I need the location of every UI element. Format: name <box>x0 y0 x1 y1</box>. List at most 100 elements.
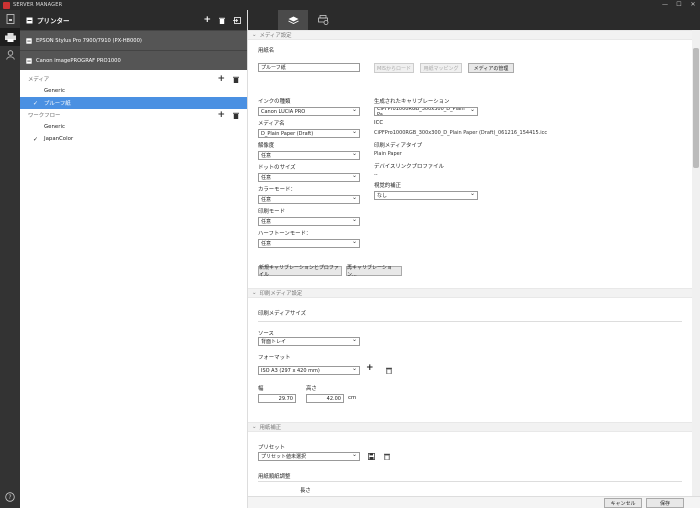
chevron-down-icon: ⌄ <box>252 424 257 430</box>
add-workflow-button[interactable]: + <box>217 110 225 120</box>
footer-bar: キャンセル 保存 <box>248 496 700 508</box>
source-select[interactable]: 背面トレイ <box>258 336 360 346</box>
scrollbar-thumb[interactable] <box>693 48 699 168</box>
paper-name-input[interactable]: プルーフ紙 <box>258 63 360 72</box>
media-item-proof-paper[interactable]: ✓ プルーフ紙 <box>20 97 247 109</box>
save-icon[interactable] <box>368 453 375 460</box>
main-panel: ⌄ メディア設定 用紙名 プルーフ紙 MISからロード 用紙マッピング メディア… <box>248 10 700 508</box>
printer-row-canon[interactable]: Canon imagePROGRAF PRO1000 <box>20 50 247 70</box>
main-toolbar <box>248 10 700 30</box>
print-media-type-value: Plain Paper <box>374 151 402 157</box>
visual-correction-label: 視覚的補正 <box>374 183 401 189</box>
list-item-label: Generic <box>44 88 65 94</box>
delete-workflow-icon[interactable] <box>233 112 239 119</box>
media-section-header: メディア + <box>20 73 247 85</box>
tab-layers[interactable] <box>278 10 308 30</box>
paper-name-label: 用紙名 <box>258 48 275 54</box>
source-label: ソース <box>258 331 274 337</box>
collapse-toggle-icon[interactable] <box>26 57 32 64</box>
workflow-item-japancolor[interactable]: ✓ JapanColor <box>20 133 247 145</box>
height-label: 高さ <box>306 386 317 392</box>
resolution-select[interactable]: 任意 <box>258 150 360 160</box>
add-format-button[interactable]: + <box>366 363 374 373</box>
height-input[interactable]: 42.00 <box>306 394 344 403</box>
device-icon <box>6 14 14 24</box>
preset-label: プリセット <box>258 445 285 451</box>
tab-printer-settings[interactable] <box>308 10 338 30</box>
settings-content: ⌄ メディア設定 用紙名 プルーフ紙 MISからロード 用紙マッピング メディア… <box>248 30 692 498</box>
delete-format-icon[interactable] <box>386 367 392 374</box>
media-section-label: メディア <box>28 77 50 83</box>
add-media-button[interactable]: + <box>217 74 225 84</box>
save-button[interactable]: 保存 <box>646 498 684 508</box>
check-icon: ✓ <box>33 135 39 143</box>
print-media-header[interactable]: ⌄ 印刷メディア設定 <box>248 288 692 298</box>
delete-preset-icon[interactable] <box>384 453 390 460</box>
list-item-label: Generic <box>44 124 65 130</box>
divider <box>258 321 682 322</box>
print-mode-select[interactable]: 任意 <box>258 216 360 226</box>
device-link-label: デバイスリンクプロファイル <box>374 164 444 170</box>
media-name-select[interactable]: D_Plain Paper (Draft) <box>258 128 360 138</box>
workflow-section-header: ワークフロー + <box>20 109 247 121</box>
media-name-label: メディア名 <box>258 121 285 127</box>
recalibration-button[interactable]: 再キャリブレーション... <box>346 265 402 278</box>
generated-calibration-select[interactable]: CiPFPro1000RGB_300x300_D_Plain Pa… <box>374 107 478 116</box>
visual-correction-select[interactable]: なし <box>374 190 478 200</box>
vertical-scrollbar[interactable] <box>692 30 700 508</box>
length-label: 長さ <box>300 488 311 494</box>
width-label: 幅 <box>258 386 264 392</box>
format-label: フォーマット <box>258 355 291 361</box>
maximize-button[interactable]: ☐ <box>672 0 686 10</box>
icc-value: CiPFPro1000RGB_300x300_D_Plain Paper (Dr… <box>374 130 548 136</box>
new-calibration-button[interactable]: 新規キャリブレーションとプロファイル <box>258 265 342 278</box>
user-icon <box>5 50 15 60</box>
collapse-toggle-icon[interactable] <box>26 17 33 24</box>
list-item-label: JapanColor <box>44 136 74 142</box>
iconbar-item-printer[interactable] <box>0 28 20 46</box>
generated-calibration-label: 生成されたキャリブレーション <box>374 99 450 105</box>
icon-bar: ? <box>0 10 20 508</box>
format-select[interactable]: ISO A3 (297 x 420 mm) <box>258 365 360 375</box>
paper-mapping-button[interactable]: 用紙マッピング <box>420 63 462 73</box>
workflow-item-generic[interactable]: Generic <box>20 121 247 133</box>
printer-name: Canon imagePROGRAF PRO1000 <box>36 57 121 64</box>
halftone-mode-select[interactable]: 任意 <box>258 238 360 248</box>
dot-size-label: ドットのサイズ <box>258 165 296 171</box>
ink-type-select[interactable]: Canon LUCIA PRO <box>258 106 360 116</box>
minimize-button[interactable]: — <box>658 0 672 10</box>
color-mode-select[interactable]: 任意 <box>258 194 360 204</box>
window-title: SERVER MANAGER <box>13 2 63 8</box>
preset-select[interactable]: プリセット値未選択 <box>258 451 360 461</box>
close-button[interactable]: ✕ <box>686 0 700 10</box>
printer-row-epson[interactable]: EPSON Stylus Pro 7900/7910 (PX-H8000) <box>20 30 247 50</box>
cancel-button[interactable]: キャンセル <box>604 498 642 508</box>
resolution-label: 解像度 <box>258 143 275 149</box>
delete-media-icon[interactable] <box>233 76 239 83</box>
feed-adjust-label: 用紙順紙調整 <box>258 474 291 480</box>
paper-correction-header[interactable]: ⌄ 用紙補正 <box>248 422 692 432</box>
width-input[interactable]: 29.70 <box>258 394 296 403</box>
workflow-section-label: ワークフロー <box>28 113 61 119</box>
section-title: 用紙補正 <box>259 425 282 431</box>
iconbar-item-device[interactable] <box>0 10 20 28</box>
collapse-toggle-icon[interactable] <box>26 37 32 44</box>
print-media-size-label: 印刷メディアサイズ <box>258 311 306 317</box>
add-printer-button[interactable]: + <box>203 15 211 25</box>
halftone-mode-label: ハーフトーンモード： <box>258 231 312 237</box>
import-icon[interactable] <box>233 16 241 24</box>
chevron-down-icon: ⌄ <box>252 290 257 296</box>
iconbar-item-help[interactable]: ? <box>0 488 20 506</box>
manage-media-button[interactable]: メディアの管理 <box>468 63 514 73</box>
media-settings-header[interactable]: ⌄ メディア設定 <box>248 30 692 40</box>
media-item-generic[interactable]: Generic <box>20 85 247 97</box>
iconbar-item-user[interactable] <box>0 46 20 64</box>
device-link-value: -- <box>374 172 378 178</box>
printer-settings-icon <box>317 15 328 25</box>
mis-load-button[interactable]: MISからロード <box>374 63 414 73</box>
check-icon: ✓ <box>33 99 39 107</box>
color-mode-label: カラーモード： <box>258 187 296 193</box>
dot-size-select[interactable]: 任意 <box>258 172 360 182</box>
section-title: メディア設定 <box>259 33 292 39</box>
delete-printer-icon[interactable] <box>219 17 225 24</box>
